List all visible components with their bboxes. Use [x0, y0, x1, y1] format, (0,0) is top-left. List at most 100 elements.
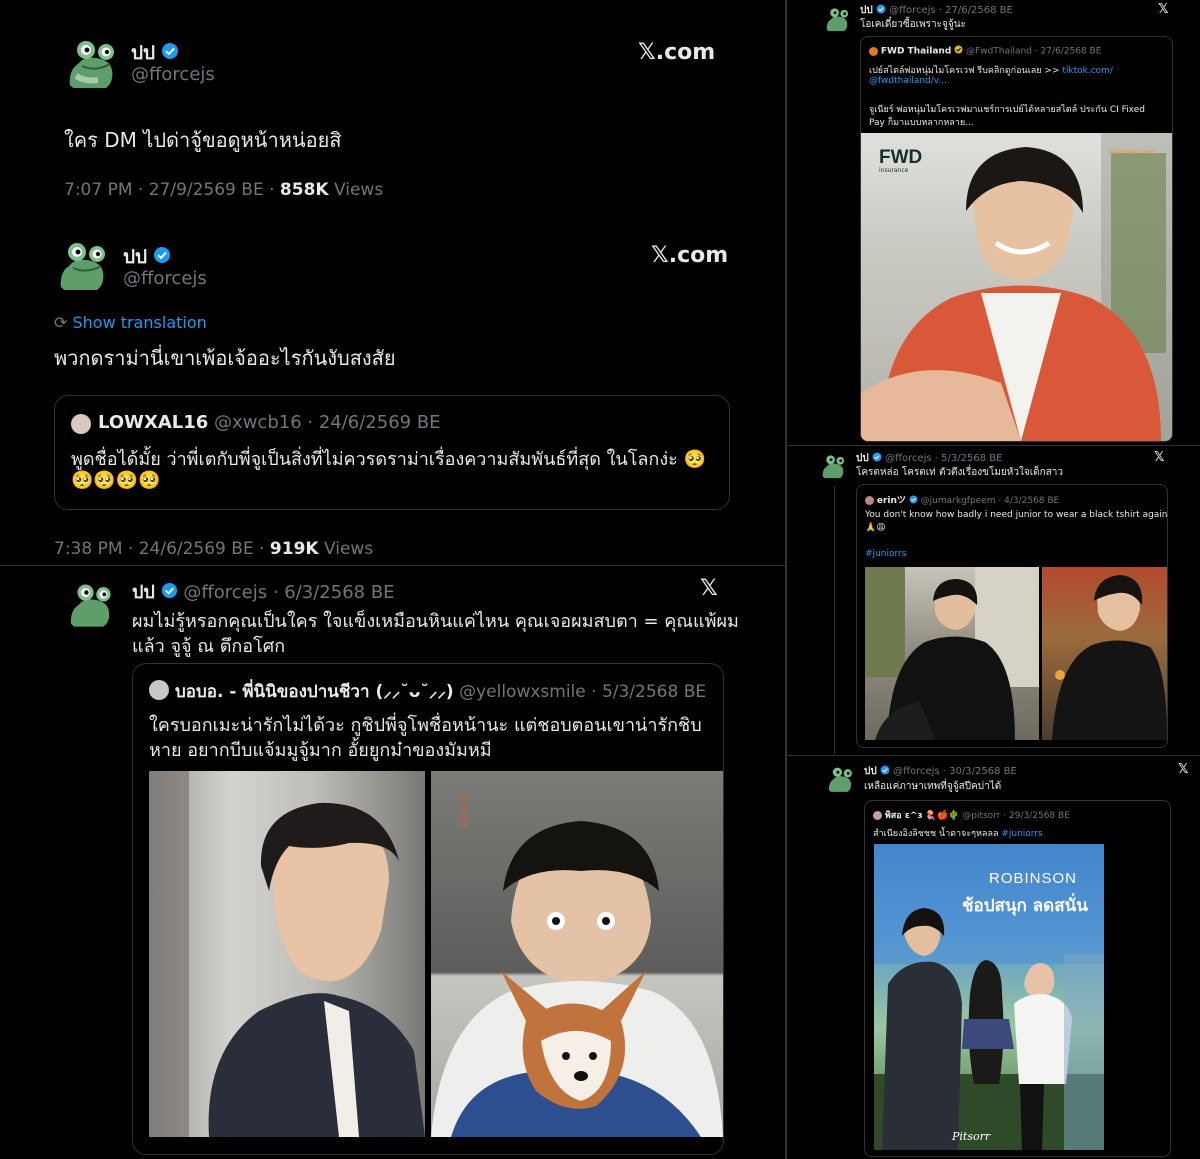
x-logo-icon[interactable]: 𝕏 — [1154, 450, 1164, 465]
frog-avatar-icon — [825, 765, 855, 795]
display-name[interactable]: ปป — [856, 453, 869, 464]
quote-text-line3: จูเนียร์ พ่อหนุ่มไมโครเวฟมาแชร์การเปย์ได… — [869, 105, 1145, 115]
timestamp[interactable]: 7:07 PM · 27/9/2569 BE · — [64, 180, 280, 200]
quote-text-line2: 🙏😩 — [865, 523, 886, 533]
thread-line — [834, 486, 835, 754]
quote-link-2[interactable]: @fwdthailand/v... — [869, 76, 947, 86]
display-name[interactable]: ปป — [860, 5, 873, 16]
view-count: 919K — [269, 539, 319, 559]
quote-meta: @pitsorr · 29/3/2568 BE — [962, 811, 1070, 821]
quote-photo-2[interactable] — [1042, 567, 1167, 740]
quote-photo-1[interactable] — [865, 567, 1039, 740]
display-name[interactable]: ปป — [131, 42, 155, 64]
photo-date-stamp: 3 3:03 — [457, 793, 470, 829]
quote-meta: @xwcb16 · 24/6/2569 BE — [214, 412, 441, 433]
quote-hashtag[interactable]: #juniorrs — [865, 549, 906, 559]
quote-text: สำเนียงอิงลิชชช น้ำตาจะๆหลลล — [873, 829, 1002, 839]
quoted-post[interactable]: พิสอ ε^з 🪼🍎🌵 @pitsorr · 29/3/2568 BE สำเ… — [864, 800, 1171, 1157]
quote-avatar — [71, 414, 91, 434]
verified-badge-icon — [872, 452, 882, 465]
post-meta: 7:07 PM · 27/9/2569 BE · 858K Views — [64, 180, 383, 200]
x-logo-icon[interactable]: 𝕏.com — [638, 40, 715, 65]
quote-photo-1[interactable] — [149, 771, 425, 1137]
display-name[interactable]: ปป — [864, 766, 877, 777]
quote-display-name[interactable]: พิสอ ε^з 🪼🍎🌵 — [885, 811, 960, 821]
avatar[interactable] — [53, 238, 111, 296]
quote-display-name[interactable]: LOWXAL16 — [98, 412, 208, 433]
quote-photo-2[interactable]: 3 3:03 — [431, 771, 723, 1137]
store-sign-line2: ช้อปสนุก ลดสนั่น — [962, 896, 1088, 916]
handle[interactable]: @fforcejs — [123, 268, 207, 289]
handle[interactable]: @fforcejs — [131, 64, 215, 85]
post-text-line2: แล้ว จูจู้ ณ ตึกอโศก — [132, 636, 286, 657]
quote-meta: @FwdThailand · 27/6/2568 BE — [966, 46, 1102, 57]
fwd-logo: FWD — [879, 147, 923, 168]
verified-badge-icon — [880, 765, 890, 778]
fwd-avatar — [869, 46, 878, 56]
quote-display-name[interactable]: FWD Thailand — [881, 47, 951, 57]
ad-tagline: Celebrate living — [1109, 149, 1157, 156]
quote-link-1[interactable]: tiktok.com/ — [1062, 66, 1113, 76]
quote-meta: @jumarkgfpeem · 4/3/2568 BE — [920, 496, 1060, 506]
post-text: โอเคเดี๋ยวซื้อเพราะจูจู้นะ — [860, 19, 966, 30]
post-text: เหลือแค่ภาษาเทพที่จูจู้สปีคบ่าได้ — [864, 781, 1002, 792]
post-meta[interactable]: @fforcejs · 27/6/2568 BE — [889, 5, 1013, 16]
avatar[interactable] — [64, 580, 116, 632]
post-1: ปป @fforcejs 𝕏.com ใคร DM ไปด่าจู้ขอดูหน… — [0, 0, 785, 220]
stage-event-photo — [874, 844, 1104, 1150]
quote-text-line4: Pay ก็มาแบบหลากหลาย... — [869, 118, 974, 128]
post-meta[interactable]: @fforcejs · 30/3/2568 BE — [893, 766, 1017, 777]
frog-avatar-icon — [823, 6, 851, 34]
quote-avatar — [873, 811, 882, 820]
timestamp[interactable]: 7:38 PM · 24/6/2569 BE · — [54, 539, 270, 559]
verified-badge-icon — [876, 4, 886, 17]
quote-hashtag[interactable]: #juniorrs — [1001, 829, 1042, 839]
display-name[interactable]: ปป — [123, 246, 147, 268]
ad-photo[interactable]: FWD insurance Celebrate living — [861, 133, 1172, 441]
quote-avatar — [865, 496, 874, 505]
photo-watermark: Pitsorr — [952, 1130, 991, 1143]
post-3: ปป @fforcejs · 6/3/2568 BE 𝕏 ผมไม่รู้หรอ… — [0, 566, 785, 1159]
post-text: โครตหล่อ โครตเท่ ตัวตึงเรื่องขโมยหัวใจเด… — [856, 467, 1064, 478]
fwd-logo-sub: insurance — [879, 167, 909, 174]
quote-text-line2: หาย อยากบีบแจ้มมูจู้มาก อั้ยยูกม๋าของมัม… — [149, 740, 492, 761]
avatar[interactable] — [823, 6, 851, 34]
portrait-photo — [149, 771, 425, 1137]
avatar[interactable] — [62, 36, 120, 94]
event-photo[interactable]: ROBINSON ช้อปสนุก ลดสนั่น Pitsorr — [874, 844, 1104, 1150]
quote-avatar — [149, 680, 169, 700]
street-photo — [865, 567, 1039, 740]
verified-badge-icon — [161, 582, 178, 604]
views-label: Views — [318, 539, 374, 559]
x-logo-icon[interactable]: 𝕏 — [1178, 762, 1188, 777]
quoted-post[interactable]: LOWXAL16 @xwcb16 · 24/6/2569 BE พูดชื่อไ… — [54, 395, 730, 510]
post-text: ใคร DM ไปด่าจู้ขอดูหน้าหน่อยสิ — [64, 128, 342, 152]
show-translation-label[interactable]: Show translation — [73, 313, 207, 332]
avatar[interactable] — [825, 765, 855, 795]
translate-icon: ⟳ — [54, 313, 68, 332]
x-logo-icon[interactable]: 𝕏.com — [651, 243, 728, 268]
quote-text-line1: พูดชื่อได้มั้ย ว่าพี่เตกับพี่จูเป็นสิ่งท… — [71, 449, 706, 470]
post-meta[interactable]: @fforcejs · 6/3/2568 BE — [183, 582, 394, 603]
quote-display-name[interactable]: erinツ — [877, 496, 906, 506]
x-logo-icon[interactable]: 𝕏 — [700, 576, 718, 601]
frog-avatar-icon — [62, 36, 120, 94]
post-text: พวกดราม่านี่เขาเพ้อเจ้ออะไรกันงับสงสัย — [54, 346, 396, 370]
x-logo-icon[interactable]: 𝕏 — [1158, 2, 1168, 17]
display-name[interactable]: ปป — [132, 582, 155, 603]
frog-avatar-icon — [64, 580, 116, 632]
show-translation-link[interactable]: ⟳ Show translation — [54, 313, 207, 332]
post-meta[interactable]: @fforcejs · 5/3/2568 BE — [885, 453, 1002, 464]
quoted-post[interactable]: บอบอ. - พี่นินิของปานชีวา (⸝⸝˘ᴗ˘⸝⸝) @yel… — [132, 663, 724, 1155]
gold-verified-badge-icon — [954, 45, 963, 57]
post-meta: 7:38 PM · 24/6/2569 BE · 919K Views — [54, 539, 373, 559]
avatar[interactable] — [819, 453, 847, 481]
post-6: ปป @fforcejs · 30/3/2568 BE 𝕏 เหลือแค่ภา… — [787, 756, 1200, 1159]
quoted-post[interactable]: FWD Thailand @FwdThailand · 27/6/2568 BE… — [860, 36, 1173, 442]
verified-badge-icon — [153, 246, 171, 269]
post-2: ปป @fforcejs 𝕏.com ⟳ Show translation พว… — [0, 220, 785, 565]
verified-badge-icon — [161, 42, 179, 65]
quote-display-name[interactable]: บอบอ. - พี่นินิของปานชีวา (⸝⸝˘ᴗ˘⸝⸝) — [175, 682, 454, 702]
frog-avatar-icon — [819, 453, 847, 481]
quoted-post[interactable]: erinツ @jumarkgfpeem · 4/3/2568 BE You do… — [856, 484, 1168, 748]
